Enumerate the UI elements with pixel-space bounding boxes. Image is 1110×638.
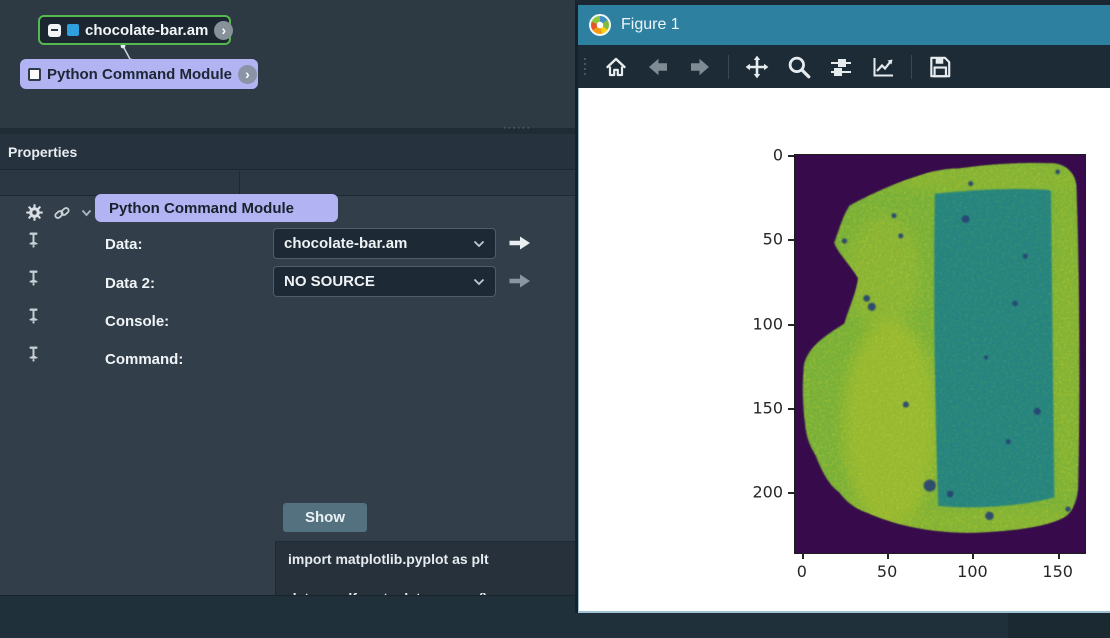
node-label: Python Command Module [47, 66, 232, 83]
forward-icon[interactable] [686, 53, 714, 81]
toolbar-separator [911, 55, 912, 79]
home-icon[interactable] [602, 53, 630, 81]
chevron-right-icon[interactable]: › [238, 65, 257, 84]
figure-window: Figure 1 [575, 0, 1110, 613]
pin-icon[interactable] [27, 232, 40, 250]
collapse-icon[interactable] [48, 24, 61, 37]
pin-icon[interactable] [27, 270, 40, 288]
figure-toolbar [578, 45, 1110, 88]
zoom-icon[interactable] [785, 53, 813, 81]
x-tick [887, 553, 889, 559]
row-label-data2: Data 2: [105, 275, 155, 292]
node-label: chocolate-bar.am [85, 22, 208, 39]
data2-source-combobox[interactable]: NO SOURCE [273, 266, 496, 297]
x-tick [1058, 553, 1060, 559]
y-tick-label: 0 [773, 146, 783, 165]
x-tick-label: 100 [957, 562, 988, 581]
pin-icon[interactable] [27, 308, 40, 326]
column-divider [239, 171, 240, 196]
y-tick [788, 324, 794, 326]
node-chocolate-bar[interactable]: chocolate-bar.am › [38, 15, 231, 45]
y-tick-label: 150 [752, 398, 783, 417]
node-editor-canvas[interactable]: chocolate-bar.am › Python Command Module… [0, 0, 575, 128]
x-tick [802, 553, 804, 559]
row-label-data: Data: [105, 236, 143, 253]
matplotlib-logo-icon [589, 14, 611, 36]
imshow-plot[interactable]: 0 50 100 150 200 0 50 100 150 [794, 154, 1086, 554]
toolbar-grip-handle[interactable] [584, 58, 586, 75]
figure-canvas[interactable]: 0 50 100 150 200 0 50 100 150 [578, 88, 1110, 613]
pin-icon[interactable] [27, 346, 40, 364]
toolbar-separator [728, 55, 729, 79]
properties-title: Properties [8, 144, 77, 160]
x-tick-label: 50 [877, 562, 897, 581]
save-icon[interactable] [926, 53, 954, 81]
data-square-icon [67, 24, 79, 36]
y-tick-label: 50 [763, 230, 783, 249]
row-label-console: Console: [105, 313, 169, 330]
chevron-down-icon [473, 278, 485, 286]
y-tick-label: 200 [752, 483, 783, 502]
properties-column-header [0, 171, 575, 196]
back-icon[interactable] [644, 53, 672, 81]
heatmap-image [795, 155, 1085, 553]
chevron-right-icon[interactable]: › [214, 21, 233, 40]
subplots-icon[interactable] [827, 53, 855, 81]
pan-icon[interactable] [743, 53, 771, 81]
y-tick [788, 155, 794, 157]
module-badge: Python Command Module [95, 194, 338, 222]
node-python-command-module[interactable]: Python Command Module › [20, 59, 258, 89]
gear-icon[interactable] [26, 204, 43, 221]
customize-plot-icon[interactable] [869, 53, 897, 81]
x-tick-label: 150 [1042, 562, 1073, 581]
chevron-down-icon [473, 240, 485, 248]
footer-corner-panel [1008, 613, 1110, 638]
properties-header: Properties [0, 134, 575, 170]
properties-body: Python Command Module Data: Data 2: Cons… [0, 196, 575, 595]
figure-title: Figure 1 [621, 16, 680, 34]
connect-arrow-icon[interactable] [508, 234, 532, 252]
data-source-combobox[interactable]: chocolate-bar.am [273, 228, 496, 259]
figure-titlebar[interactable]: Figure 1 [578, 5, 1110, 45]
chevron-down-icon[interactable] [81, 209, 92, 217]
application-window: chocolate-bar.am › Python Command Module… [0, 0, 1110, 638]
console-show-button[interactable]: Show [283, 503, 367, 532]
y-tick-label: 100 [752, 314, 783, 333]
x-tick-label: 0 [797, 562, 807, 581]
connect-arrow-icon-disabled[interactable] [508, 272, 532, 290]
link-icon[interactable] [53, 205, 71, 221]
row-label-command: Command: [105, 351, 183, 368]
x-tick [972, 553, 974, 559]
y-tick [788, 492, 794, 494]
splitter-handle[interactable]: ······ [503, 122, 531, 134]
checkbox-icon[interactable] [28, 68, 41, 81]
y-tick [788, 408, 794, 410]
y-tick [788, 239, 794, 241]
